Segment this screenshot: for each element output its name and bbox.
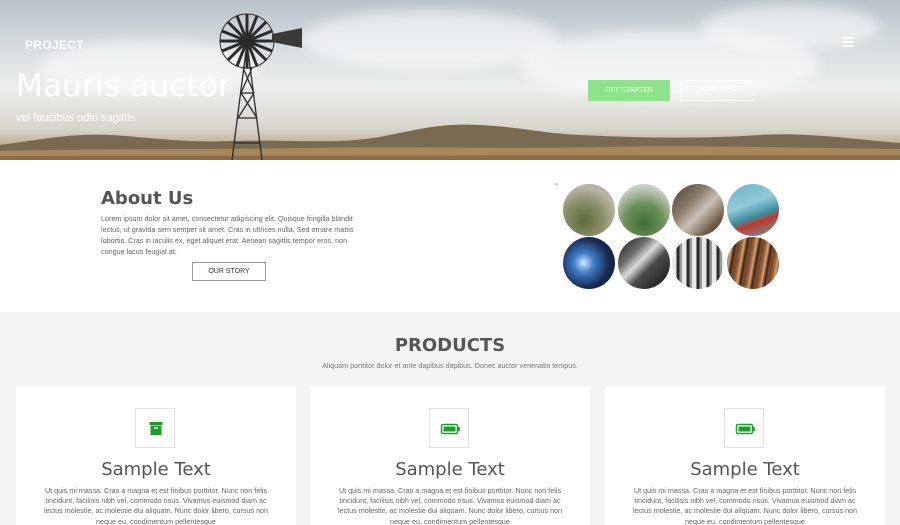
about-title: About Us: [101, 188, 194, 209]
battery-icon: [440, 423, 460, 435]
product-card-text: Ut quis mi massa. Cras a magna et est fi…: [337, 486, 563, 525]
battery-icon: [735, 423, 755, 435]
product-card: Sample Text Ut quis mi massa. Cras a mag…: [310, 386, 590, 525]
about-text: Lorem ipsum dolor sit amet, consectetur …: [101, 214, 354, 257]
get-started-button[interactable]: GET STARTED: [588, 80, 670, 101]
our-story-button[interactable]: OUR STORY: [192, 262, 266, 281]
gallery-image-green-valley[interactable]: [618, 184, 670, 236]
gallery-image-workbench[interactable]: [672, 184, 724, 236]
hero-banner: PROJECT Mauris auctor vel faucibus odio …: [0, 0, 900, 160]
product-icon-box: [724, 408, 764, 448]
gallery-image-wrench[interactable]: [618, 237, 670, 289]
hero-subtitle: vel faucibus odio sagittis: [16, 112, 136, 124]
brand-logo[interactable]: PROJECT: [25, 38, 84, 52]
products-title: PRODUCTS: [394, 335, 506, 356]
products-subtitle: Aliquam porttitor dolor et ante dapibus …: [322, 361, 578, 370]
product-card-text: Ut quis mi massa. Cras a magna et est fi…: [43, 486, 269, 525]
hamburger-menu-icon[interactable]: [842, 37, 854, 47]
about-section: About Us Lorem ipsum dolor sit amet, con…: [0, 160, 900, 312]
product-icon-box: [135, 408, 175, 448]
product-icon-box: [429, 408, 469, 448]
product-card-title: Sample Text: [395, 459, 505, 480]
gallery-image-welding[interactable]: [563, 237, 615, 289]
product-card-title: Sample Text: [101, 459, 211, 480]
product-card-text: Ut quis mi massa. Cras a magna et est fi…: [632, 486, 858, 525]
product-card: Sample Text Ut quis mi massa. Cras a mag…: [605, 386, 885, 525]
archive-box-icon: [149, 422, 163, 435]
gallery-image-tools-board[interactable]: [727, 184, 779, 236]
decorative-dot: [555, 183, 558, 186]
more-info-button[interactable]: MORE INFO: [680, 80, 754, 101]
gallery-image-spark-plugs[interactable]: [672, 237, 724, 289]
hero-title: Mauris auctor: [16, 68, 231, 104]
gallery-image-hanging-tools[interactable]: [727, 237, 779, 289]
product-card: Sample Text Ut quis mi massa. Cras a mag…: [16, 386, 296, 525]
product-card-title: Sample Text: [690, 459, 800, 480]
gallery-image-hillside[interactable]: [563, 184, 615, 236]
